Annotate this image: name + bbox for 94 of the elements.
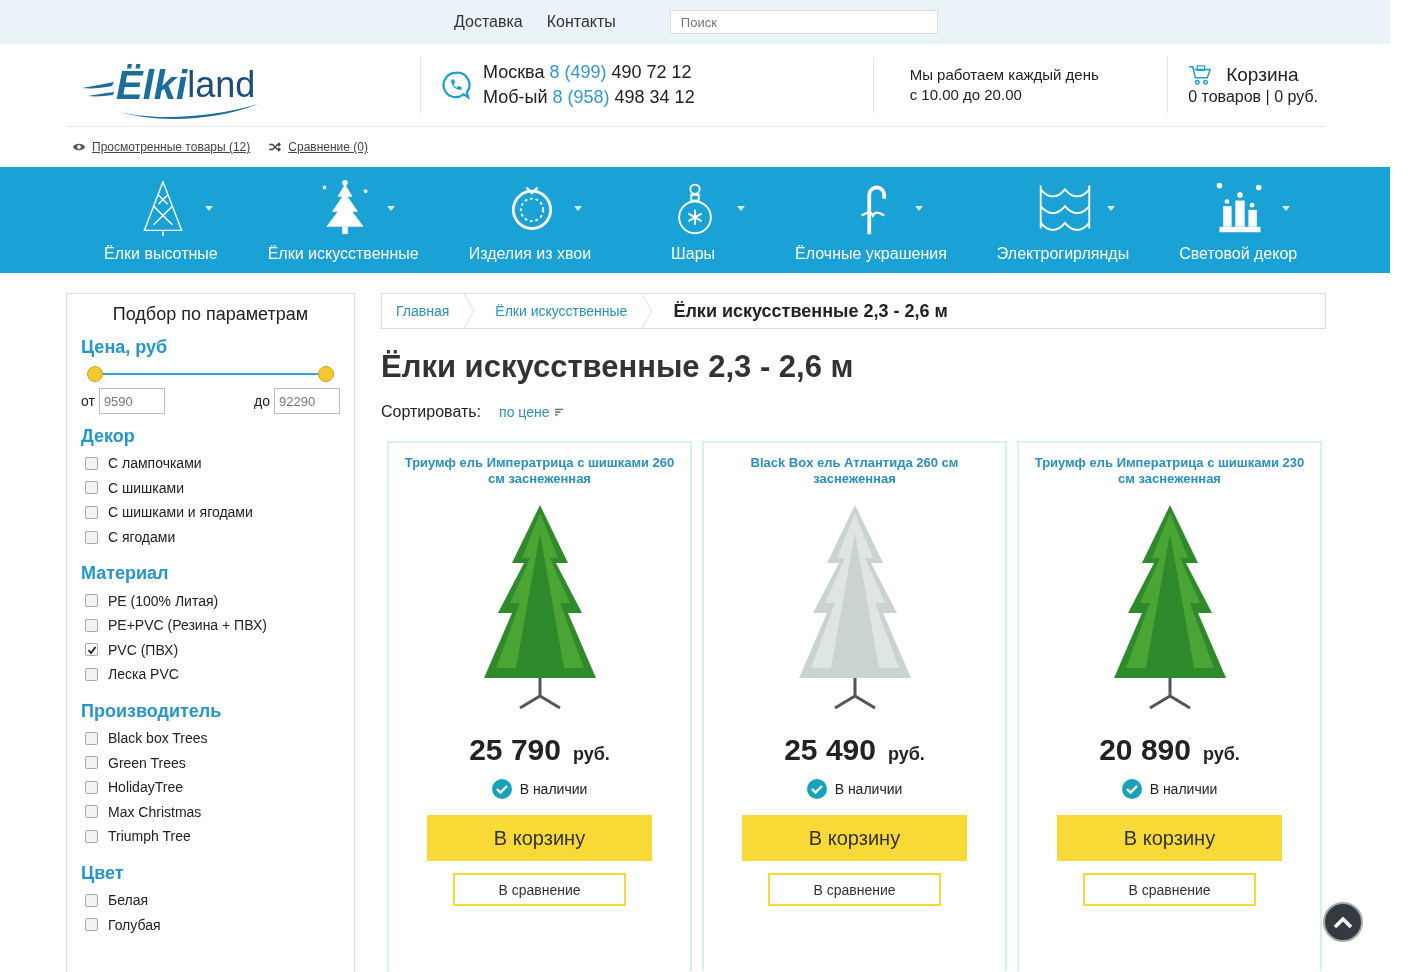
checkbox[interactable] [85, 893, 98, 907]
range-to-label: до [254, 393, 270, 409]
checkbox[interactable] [85, 731, 98, 745]
product-title-link[interactable]: Триумф ель Императрица с шишками 260 см заснеженная [399, 455, 680, 491]
checkbox[interactable] [85, 780, 98, 794]
checkbox[interactable] [85, 643, 98, 657]
add-to-cart-button[interactable]: В корзину [427, 815, 652, 861]
price-range-slider[interactable] [87, 364, 334, 384]
header-link[interactable]: Просмотренные товары (12) [92, 140, 251, 154]
range-from-label: от [81, 393, 95, 409]
product-price: 25 490 [784, 733, 876, 767]
filter-option-label[interactable]: PE (100% Литая) [108, 592, 219, 609]
top-nav-link[interactable]: Контакты [546, 13, 616, 31]
filter-option-label[interactable]: С шишками [108, 479, 184, 496]
filter-title: Подбор по параметрам [111, 304, 310, 325]
phone-chat-icon [441, 70, 471, 100]
currency-label: руб. [1202, 744, 1240, 765]
check-circle-icon [806, 779, 827, 799]
working-hours: Мы работаем каждый день [909, 65, 1099, 85]
checkbox[interactable] [85, 530, 98, 544]
checkbox[interactable] [85, 594, 98, 608]
compare-button[interactable]: В сравнение [1083, 873, 1256, 906]
cart-title[interactable]: Корзина [1226, 64, 1299, 86]
checkbox[interactable] [85, 805, 98, 819]
filter-heading: Цвет [81, 862, 125, 884]
add-to-cart-button[interactable]: В корзину [1057, 815, 1282, 861]
site-logo[interactable]: Ëlkiland [80, 50, 270, 120]
caret-icon[interactable] [387, 205, 396, 211]
header-link[interactable]: Сравнение (0) [288, 140, 368, 154]
caret-icon[interactable] [204, 205, 213, 211]
checkbox[interactable] [85, 918, 98, 932]
availability-status: В наличии [519, 781, 588, 797]
filter-option-label[interactable]: Triumph Tree [108, 828, 191, 845]
sort-icon[interactable] [555, 408, 565, 416]
currency-label: руб. [887, 744, 925, 765]
compare-button[interactable]: В сравнение [768, 873, 941, 906]
chevron-up-icon[interactable] [1333, 915, 1353, 929]
sort-label: Сортировать: [381, 403, 482, 421]
checkbox[interactable] [85, 829, 98, 843]
top-nav-link[interactable]: Доставка [454, 13, 523, 31]
checkbox[interactable] [85, 756, 98, 770]
filter-heading: Декор [81, 426, 136, 447]
checkbox[interactable] [85, 506, 98, 519]
product-title-link[interactable]: Триумф ель Императрица с шишками 230 см заснеженная [1029, 455, 1310, 491]
filter-option-label[interactable]: Green Trees [108, 754, 186, 771]
availability-status: В наличии [834, 781, 903, 797]
search-field[interactable]: Поиск [669, 10, 938, 34]
caret-icon[interactable] [914, 205, 923, 211]
filter-option-label[interactable]: Max Christmas [108, 803, 202, 820]
caret-icon[interactable] [1282, 205, 1291, 211]
product-price: 25 790 [469, 733, 561, 767]
filter-option-label[interactable]: HolidayTree [108, 779, 183, 796]
filter-heading: Производитель [81, 700, 223, 722]
phone-number: Москва 8 (499) 490 72 12 [483, 61, 693, 84]
filter-option-label[interactable]: С ягодами [108, 529, 176, 546]
compare-button[interactable]: В сравнение [453, 873, 626, 906]
checkbox[interactable] [85, 481, 98, 495]
scroll-to-top-button[interactable] [1323, 902, 1363, 942]
filter-option-label[interactable]: PVC (ПВХ) [108, 641, 179, 658]
checkbox[interactable] [85, 667, 98, 681]
price-to-field[interactable]: 92290 [274, 388, 340, 414]
price-from-field[interactable]: 9590 [98, 388, 165, 414]
filter-option-label[interactable]: PE+PVC (Резина + ПВХ) [108, 617, 267, 634]
caret-icon[interactable] [573, 205, 582, 211]
phone-number: Моб-ый 8 (958) 498 34 12 [483, 86, 695, 109]
filter-option-label[interactable]: Леска PVC [108, 666, 179, 683]
breadcrumb-link[interactable]: Главная [396, 303, 464, 319]
product-title-link[interactable]: Black Box ель Атлантида 260 см заснеженная [714, 455, 995, 491]
filter-option-label[interactable]: С шишками и ягодами [108, 504, 253, 521]
availability-status: В наличии [1149, 781, 1218, 797]
filter-option-label[interactable]: Голубая [108, 916, 161, 933]
check-circle-icon [491, 779, 512, 799]
currency-label: руб. [572, 744, 610, 765]
product-price: 20 890 [1099, 733, 1191, 767]
page-heading: Ёлки искусственные 2,3 - 2,6 м [381, 349, 855, 385]
add-to-cart-button[interactable]: В корзину [742, 815, 967, 861]
filter-option-label[interactable]: Black box Trees [108, 730, 208, 747]
sort-link[interactable]: по цене [499, 404, 550, 420]
cart-summary: 0 товаров | 0 руб. [1188, 88, 1318, 106]
filter-option-label[interactable]: С лампочками [108, 455, 202, 472]
eye-icon [72, 142, 86, 152]
filter-heading: Цена, руб [81, 337, 169, 358]
breadcrumb-link[interactable]: Ёлки искусственные [495, 303, 642, 319]
shuffle-icon [268, 142, 283, 152]
breadcrumb-current-page: Ёлки искусственные 2,3 - 2,6 м [673, 300, 949, 322]
caret-icon[interactable] [1107, 205, 1115, 211]
working-hours: с 10.00 до 20.00 [909, 85, 1023, 105]
checkbox[interactable] [85, 618, 98, 632]
cart-icon[interactable] [1188, 64, 1213, 86]
filter-option-label[interactable]: Белая [108, 892, 149, 908]
check-circle-icon [1121, 779, 1142, 799]
checkbox[interactable] [85, 456, 98, 470]
filter-heading: Материал [81, 563, 170, 585]
caret-icon[interactable] [737, 205, 746, 211]
